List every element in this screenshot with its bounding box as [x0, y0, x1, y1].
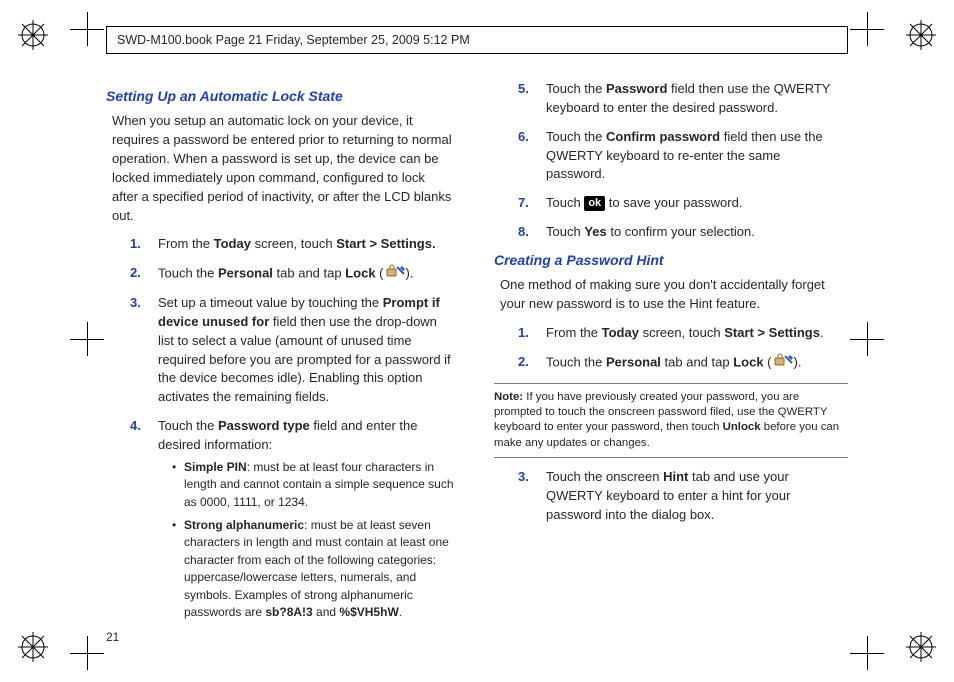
- bullet-strong-alnum: Strong alphanumeric: must be at least se…: [172, 517, 454, 621]
- note-label: Note:: [494, 391, 523, 403]
- hint-step-1: 1. From the Today screen, touch Start > …: [518, 324, 842, 343]
- hint-step-2: 2. Touch the Personal tab and tap Lock (…: [518, 353, 842, 373]
- hint-step-3: 3. Touch the onscreen Hint tab and use y…: [518, 468, 842, 525]
- step-6: 6. Touch the Confirm password field then…: [518, 128, 842, 185]
- crop-decoration-tr: [906, 20, 936, 50]
- crop-mark: [850, 12, 884, 46]
- page-body: Setting Up an Automatic Lock State When …: [106, 80, 848, 622]
- crop-mark: [70, 636, 104, 670]
- step-1: 1. From the Today screen, touch Start > …: [130, 235, 454, 254]
- page-header-frame: SWD-M100.book Page 21 Friday, September …: [106, 26, 848, 54]
- step-8: 8. Touch Yes to confirm your selection.: [518, 223, 842, 242]
- step-3: 3. Set up a timeout value by touching th…: [130, 294, 454, 407]
- crop-mark: [70, 12, 104, 46]
- heading-automatic-lock: Setting Up an Automatic Lock State: [106, 86, 460, 106]
- heading-password-hint: Creating a Password Hint: [494, 250, 848, 270]
- step-2: 2. Touch the Personal tab and tap Lock (…: [130, 264, 454, 284]
- paragraph-password-hint: One method of making sure you don't acci…: [500, 276, 842, 314]
- crop-mark: [850, 636, 884, 670]
- crop-decoration-tl: [18, 20, 48, 50]
- note-block: Note: If you have previously created you…: [494, 383, 848, 459]
- paragraph-automatic-lock: When you setup an automatic lock on your…: [112, 112, 454, 225]
- crop-mark: [70, 322, 104, 356]
- crop-mark: [850, 322, 884, 356]
- step-4: 4. Touch the Password type field and ent…: [130, 417, 454, 621]
- step-5: 5. Touch the Password field then use the…: [518, 80, 842, 118]
- crop-decoration-bl: [18, 632, 48, 662]
- step-7: 7. Touch ok to save your password.: [518, 194, 842, 213]
- crop-decoration-br: [906, 632, 936, 662]
- ok-key-icon: ok: [584, 196, 605, 211]
- lock-icon: [772, 353, 794, 373]
- page-number: 21: [106, 629, 119, 646]
- lock-icon: [384, 264, 406, 284]
- bullet-simple-pin: Simple PIN: must be at least four charac…: [172, 459, 454, 511]
- page-header-text: SWD-M100.book Page 21 Friday, September …: [117, 33, 470, 47]
